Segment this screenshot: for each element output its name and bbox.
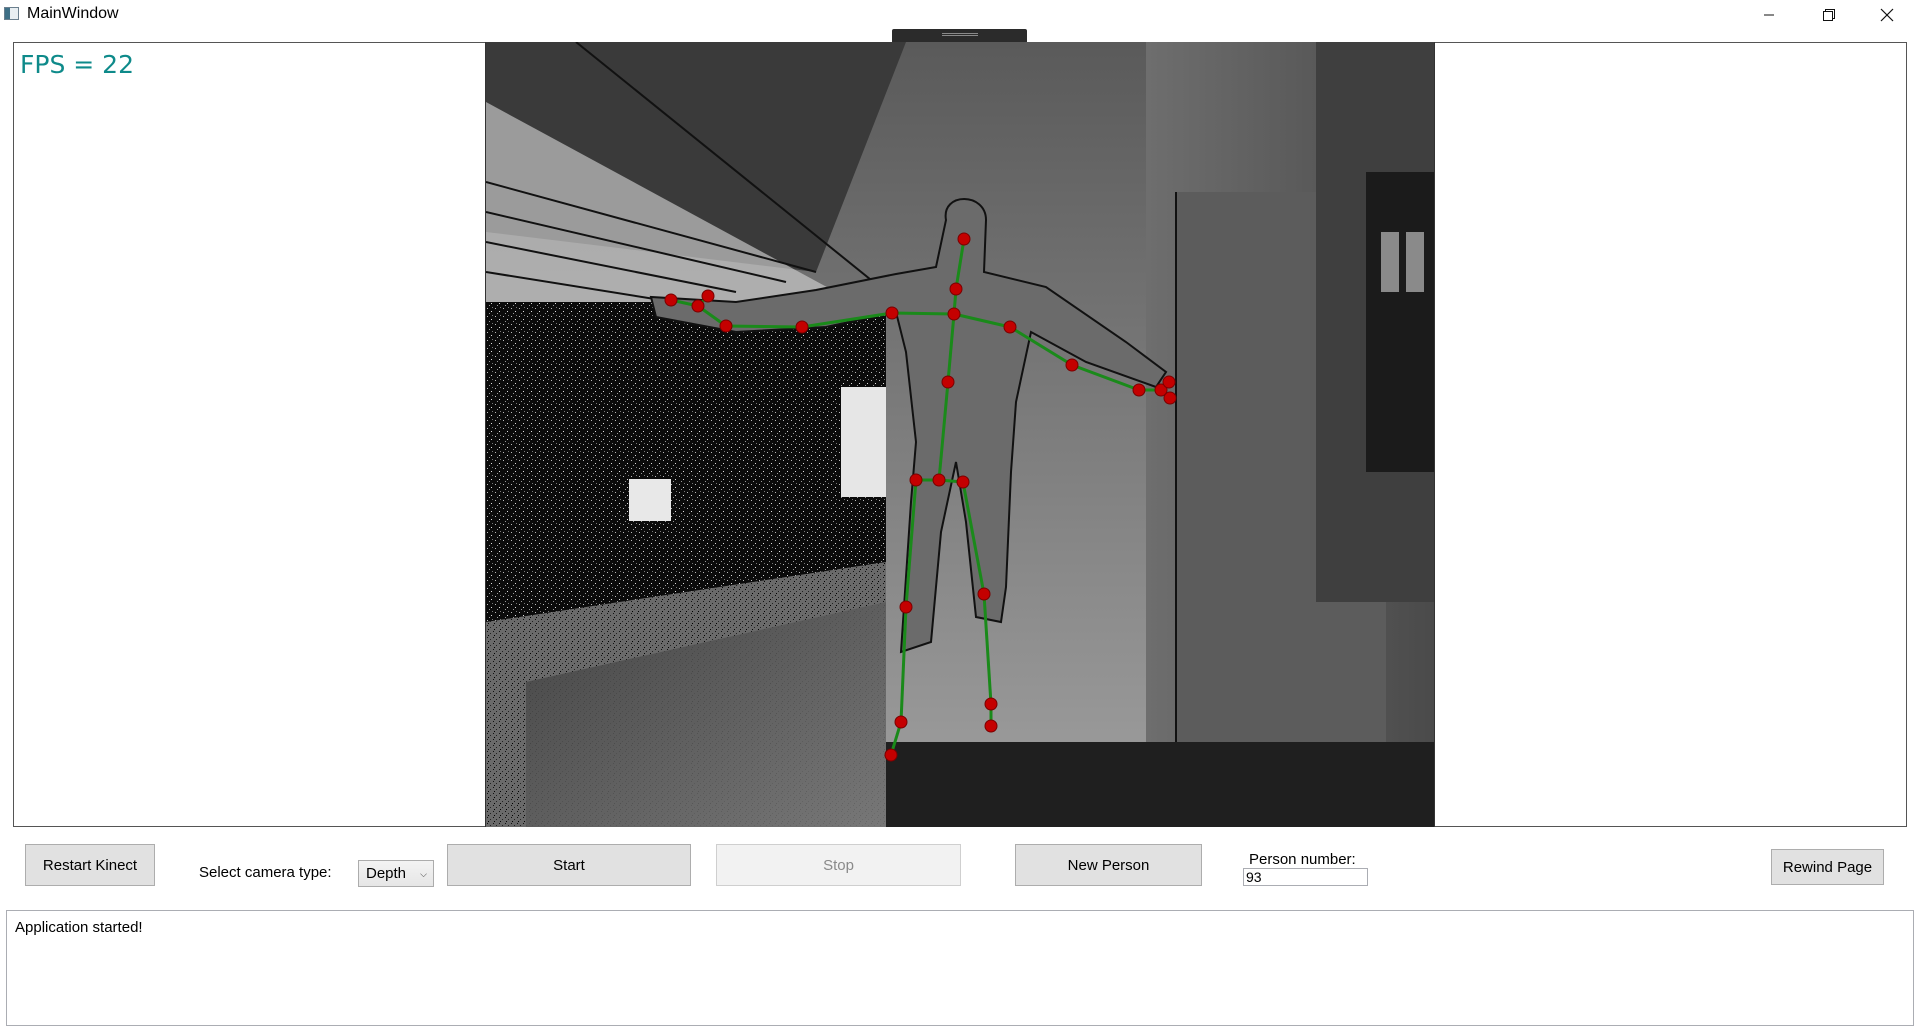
skeleton-joint — [949, 282, 963, 296]
skeleton-joint — [947, 307, 961, 321]
chevron-down-icon: ⌵ — [420, 869, 427, 879]
skeleton-joint — [899, 600, 913, 614]
start-button[interactable]: Start — [447, 844, 691, 886]
app-icon — [4, 7, 19, 20]
skeleton-joint — [1065, 358, 1079, 372]
title-bar[interactable]: MainWindow — [0, 0, 1920, 29]
restore-button[interactable] — [1800, 0, 1858, 29]
stop-button[interactable]: Stop — [716, 844, 961, 886]
skeleton-joint — [984, 719, 998, 733]
grip-lines-icon — [942, 33, 978, 34]
skeleton-joint — [984, 697, 998, 711]
skeleton-joint — [894, 715, 908, 729]
skeleton-joint — [1003, 320, 1017, 334]
skeleton-joint — [885, 306, 899, 320]
camera-type-label: Select camera type: — [199, 864, 332, 881]
restart-kinect-button[interactable]: Restart Kinect — [25, 844, 155, 886]
camera-type-value: Depth — [366, 865, 407, 882]
skeleton-bone — [725, 324, 803, 329]
minimize-icon — [1764, 14, 1774, 15]
skeleton-joint — [932, 473, 946, 487]
skeleton-joint — [884, 748, 898, 762]
skeleton-joint — [956, 475, 970, 489]
fps-counter: FPS = 22 — [20, 50, 134, 79]
main-window: MainWindow FPS = 22 Restart Kinect Selec… — [0, 0, 1920, 1031]
skeleton-joint — [977, 587, 991, 601]
restore-icon — [1823, 8, 1835, 21]
drag-grip[interactable] — [892, 29, 1027, 42]
skeleton-joint — [957, 232, 971, 246]
rewind-page-button[interactable]: Rewind Page — [1771, 849, 1884, 885]
skeleton-joint — [1162, 375, 1176, 389]
depth-camera-feed — [485, 42, 1435, 827]
skeleton-joint — [909, 473, 923, 487]
log-text: Application started! — [15, 919, 143, 936]
depth-image — [486, 42, 1434, 827]
skeleton-joint — [691, 299, 705, 313]
log-output[interactable]: Application started! — [6, 910, 1914, 1026]
skeleton-joint — [941, 375, 955, 389]
skeleton-bone — [891, 311, 955, 316]
camera-type-select[interactable]: Depth ⌵ — [358, 860, 434, 887]
skeleton-joint — [664, 293, 678, 307]
skeleton-joint — [795, 320, 809, 334]
skeleton-joint — [1132, 383, 1146, 397]
skeleton-joint — [719, 319, 733, 333]
minimize-button[interactable] — [1740, 0, 1798, 29]
close-button[interactable] — [1858, 0, 1916, 29]
window-title: MainWindow — [27, 5, 119, 22]
person-number-input[interactable]: 93 — [1243, 868, 1368, 886]
new-person-button[interactable]: New Person — [1015, 844, 1202, 886]
person-number-label: Person number: — [1249, 851, 1356, 868]
close-icon — [1880, 8, 1894, 21]
skeleton-joint — [1163, 391, 1177, 405]
skeleton-joint — [701, 289, 715, 303]
